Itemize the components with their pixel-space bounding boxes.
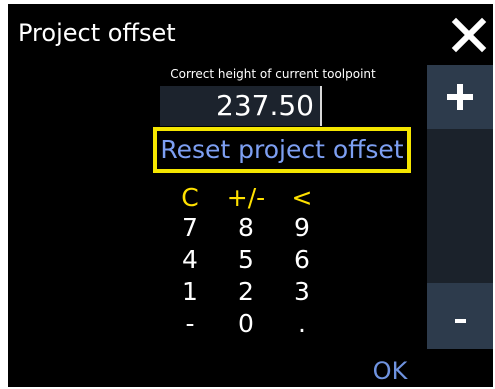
key-9[interactable]: 9	[280, 212, 324, 244]
offset-value-field[interactable]: 237.50	[160, 86, 322, 126]
key-1[interactable]: 1	[168, 276, 212, 308]
key-4[interactable]: 4	[168, 244, 212, 276]
key-5[interactable]: 5	[224, 244, 268, 276]
key-3[interactable]: 3	[280, 276, 324, 308]
backspace-key[interactable]: <	[280, 182, 324, 214]
key-8[interactable]: 8	[224, 212, 268, 244]
project-offset-dialog: Project offset Correct height of current…	[8, 4, 493, 387]
decimal-key[interactable]: .	[280, 308, 324, 340]
ok-button[interactable]: OK	[366, 356, 414, 386]
offset-subtitle: Correct height of current toolpoint	[170, 67, 376, 81]
plus-icon	[427, 65, 493, 129]
increment-button[interactable]	[427, 65, 493, 129]
reset-project-offset-button[interactable]: Reset project offset	[153, 127, 411, 173]
close-button[interactable]	[450, 16, 488, 54]
key-7[interactable]: 7	[168, 212, 212, 244]
dialog-title: Project offset	[18, 19, 176, 47]
close-icon	[450, 16, 488, 54]
sign-toggle-key[interactable]: +/-	[224, 182, 268, 214]
decrement-button[interactable]	[427, 283, 493, 349]
clear-key[interactable]: C	[168, 182, 212, 214]
key-2[interactable]: 2	[224, 276, 268, 308]
minus-key[interactable]: -	[168, 308, 212, 340]
key-6[interactable]: 6	[280, 244, 324, 276]
key-0[interactable]: 0	[224, 308, 268, 340]
minus-icon	[427, 283, 493, 349]
